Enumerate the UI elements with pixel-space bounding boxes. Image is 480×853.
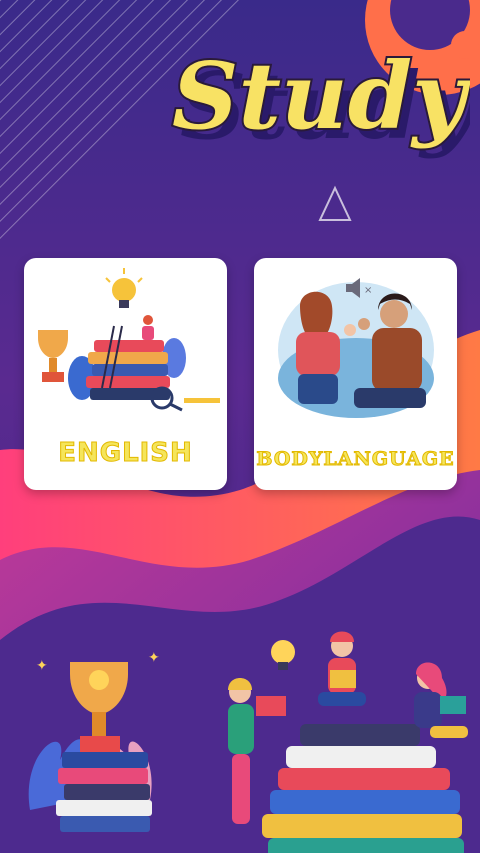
bodylanguage-card[interactable]: × BODYLANGUAGE bbox=[254, 258, 457, 490]
english-card[interactable]: ENGLISH bbox=[24, 258, 227, 490]
svg-text:✦: ✦ bbox=[36, 658, 48, 674]
english-card-label: ENGLISH bbox=[58, 438, 193, 469]
english-learning-illustration bbox=[38, 268, 220, 412]
body-language-illustration: × bbox=[278, 278, 434, 418]
app-title-logo: Study Study bbox=[170, 40, 470, 160]
svg-text:✦: ✦ bbox=[148, 650, 160, 666]
bodylanguage-card-label: BODYLANGUAGE bbox=[256, 448, 455, 471]
svg-text:Study: Study bbox=[172, 42, 470, 150]
svg-text:×: × bbox=[364, 285, 372, 296]
students-reading-illustration: ✦ ✦ bbox=[28, 631, 468, 853]
